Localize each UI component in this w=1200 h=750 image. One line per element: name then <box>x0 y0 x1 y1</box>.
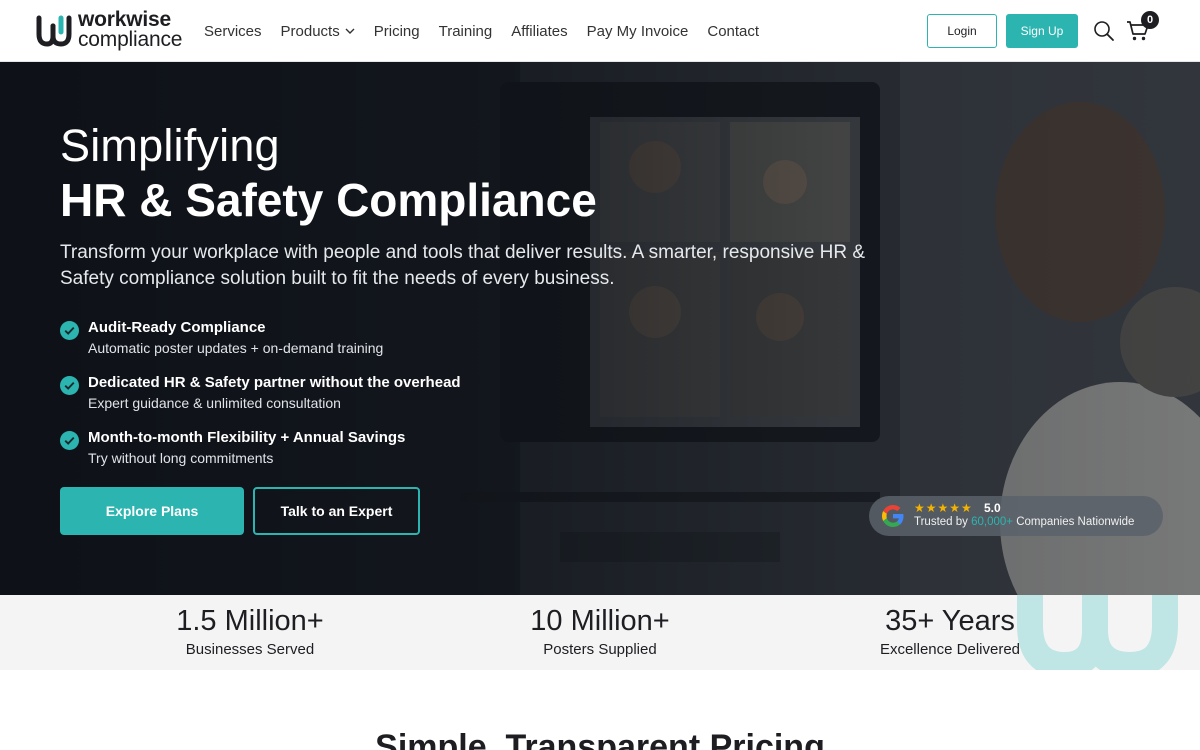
feature-description: Expert guidance & unlimited consultation <box>88 395 341 411</box>
nav-item-label: Services <box>204 22 262 40</box>
rating-score: 5.0 <box>984 501 1001 515</box>
feature-title: Month-to-month Flexibility + Annual Savi… <box>88 429 406 446</box>
hero-section: Simplifying HR & Safety Compliance Trans… <box>0 62 1200 595</box>
nav-item-contact[interactable]: Contact <box>707 23 759 40</box>
pricing-title: Simple, Transparent Pricing <box>375 728 825 750</box>
stat-value: 1.5 Million+ <box>176 605 324 637</box>
rating-stars: ★★★★★ <box>914 501 973 515</box>
hero-title-line2: HR & Safety Compliance <box>60 174 597 226</box>
chevron-down-icon <box>345 28 355 34</box>
nav-item-label: Contact <box>707 22 760 40</box>
stat-value: 35+ Years <box>885 605 1015 637</box>
google-icon <box>882 505 904 527</box>
signup-button[interactable]: Sign Up <box>1006 14 1078 48</box>
feature-title: Dedicated HR & Safety partner without th… <box>88 374 461 391</box>
nav-item-services[interactable]: Services <box>204 23 262 40</box>
main-nav: Services Products Pricing Training Affil… <box>204 0 778 62</box>
feature-description: Automatic poster updates + on-demand tra… <box>88 340 384 356</box>
stat-item: 1.5 Million+ Businesses Served <box>75 603 425 658</box>
stat-item: 10 Million+ Posters Supplied <box>425 603 775 658</box>
rating-trust-text: Trusted by 60,000+ Companies Nationwide <box>914 516 1134 528</box>
explore-plans-button[interactable]: Explore Plans <box>60 487 244 535</box>
trust-suffix: Companies Nationwide <box>1013 516 1135 528</box>
nav-item-label: Pricing <box>373 22 420 40</box>
nav-item-label: Affiliates <box>511 22 568 40</box>
brand-logo[interactable]: workwise compliance <box>36 8 186 52</box>
logo-icon <box>36 15 72 47</box>
google-rating-badge[interactable]: ★★★★★ 5.0 Trusted by 60,000+ Companies N… <box>869 496 1163 536</box>
check-circle-icon <box>60 376 79 395</box>
nav-item-products[interactable]: Products <box>281 23 355 40</box>
search-icon[interactable] <box>1093 20 1115 42</box>
pricing-section: Simple, Transparent Pricing <box>0 670 1200 750</box>
stat-item: 35+ Years Excellence Delivered <box>775 603 1125 658</box>
hero-subtitle: Transform your workplace with people and… <box>60 242 866 289</box>
trust-prefix: Trusted by <box>914 516 972 528</box>
nav-item-pay-my-invoice[interactable]: Pay My Invoice <box>587 23 689 40</box>
site-header: workwise compliance Services Products Pr… <box>0 0 1200 62</box>
check-circle-icon <box>60 431 79 450</box>
stat-value: 10 Million+ <box>530 605 670 637</box>
logo-text-line2: compliance <box>78 28 183 51</box>
cart-count-badge: 0 <box>1141 11 1159 29</box>
logo-text-line1: workwise <box>78 8 171 31</box>
stat-label: Businesses Served <box>185 641 315 658</box>
feature-description: Try without long commitments <box>88 450 274 466</box>
nav-item-pricing[interactable]: Pricing <box>374 23 420 40</box>
stat-label: Excellence Delivered <box>879 641 1021 658</box>
hero-title-line1: Simplifying <box>60 120 280 171</box>
nav-item-training[interactable]: Training <box>439 23 493 40</box>
nav-item-label: Pay My Invoice <box>586 22 689 40</box>
feature-title: Audit-Ready Compliance <box>88 319 266 336</box>
check-circle-icon <box>60 321 79 340</box>
nav-item-affiliates[interactable]: Affiliates <box>511 23 567 40</box>
login-button[interactable]: Login <box>927 14 997 48</box>
stat-label: Posters Supplied <box>543 641 657 658</box>
trust-highlight: 60,000+ <box>971 516 1013 528</box>
stats-bar: 1.5 Million+ Businesses Served 10 Millio… <box>0 595 1200 670</box>
nav-item-label: Products <box>280 22 340 40</box>
nav-item-label: Training <box>438 22 493 40</box>
talk-to-expert-button[interactable]: Talk to an Expert <box>253 487 420 535</box>
